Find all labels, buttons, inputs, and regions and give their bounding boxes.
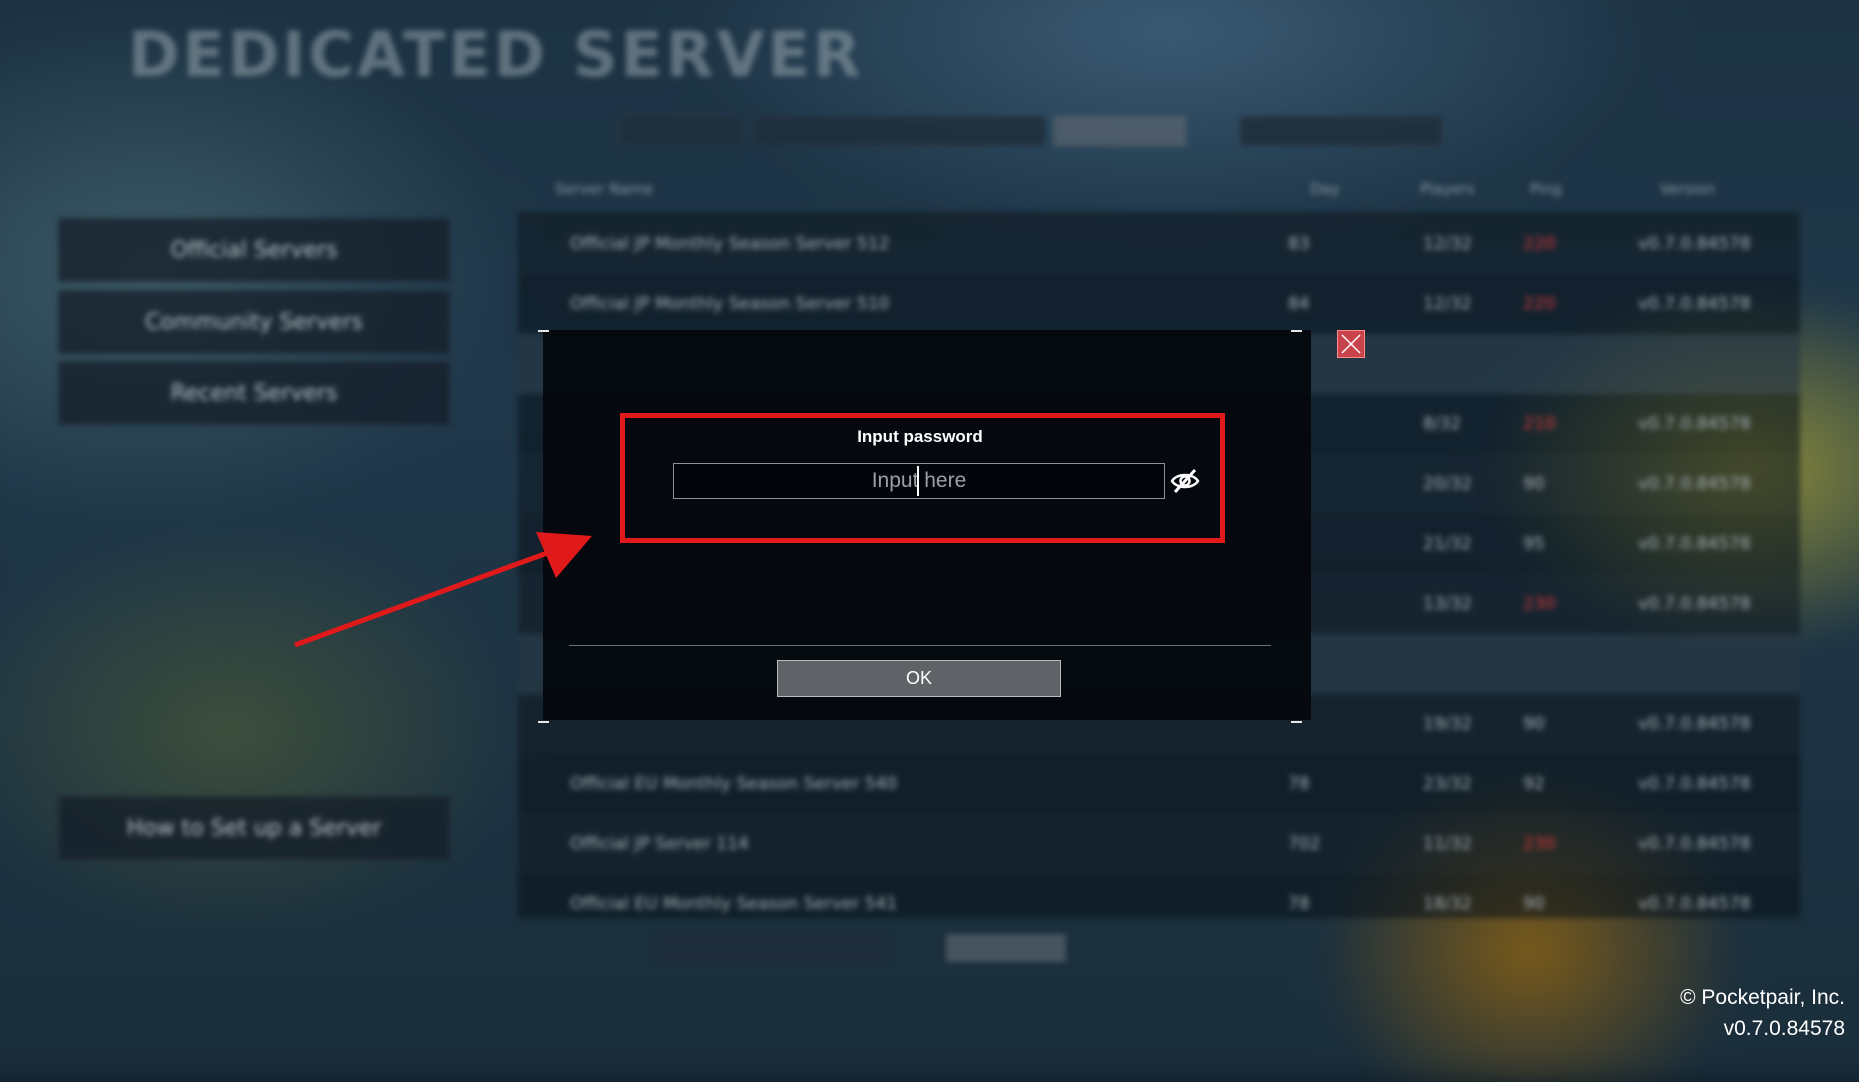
sidebar-item-official-servers[interactable]: Official Servers: [58, 218, 450, 282]
connect-button[interactable]: [946, 934, 1066, 962]
page-title: DEDICATED SERVER: [128, 18, 864, 91]
search-button[interactable]: [1054, 116, 1186, 146]
sort-select[interactable]: [1240, 116, 1442, 146]
server-search-input[interactable]: [754, 116, 1046, 146]
version-text: v0.7.0.84578: [1723, 1017, 1845, 1040]
dialog-corner-mark: [538, 330, 549, 332]
server-table-header: Server Name Day Players Ping Version: [520, 170, 1790, 210]
server-type-select[interactable]: [620, 116, 742, 146]
ok-button[interactable]: OK: [777, 660, 1061, 697]
column-header[interactable]: Players: [1420, 180, 1475, 198]
annotation-arrow-icon: [294, 532, 592, 648]
table-row[interactable]: Official JP Server 114 702 11/32 230 v0.…: [518, 814, 1800, 874]
annotation-highlight-box: [620, 413, 1225, 543]
table-row[interactable]: Official JP Monthly Season Server 512 83…: [518, 214, 1800, 274]
how-to-setup-server-button[interactable]: How to Set up a Server: [58, 796, 450, 860]
column-header[interactable]: Version: [1660, 180, 1715, 198]
dialog-corner-mark: [1291, 721, 1302, 723]
table-row[interactable]: Official EU Monthly Season Server 541 78…: [518, 874, 1800, 934]
filter-bar: [520, 116, 1790, 146]
sidebar-item-recent-servers[interactable]: Recent Servers: [58, 361, 450, 425]
column-header[interactable]: Server Name: [555, 180, 653, 198]
copyright-text: © Pocketpair, Inc.: [1680, 986, 1845, 1009]
dialog-corner-mark: [1291, 330, 1302, 332]
close-button[interactable]: [1337, 330, 1365, 358]
close-icon: [1341, 334, 1361, 354]
table-row[interactable]: Official JP Monthly Season Server 510 84…: [518, 274, 1800, 334]
column-header[interactable]: Day: [1310, 180, 1340, 198]
dialog-corner-mark: [538, 721, 549, 723]
dialog-divider: [569, 645, 1271, 646]
direct-connect-bar: [486, 934, 1076, 964]
table-row[interactable]: Official EU Monthly Season Server 540 78…: [518, 754, 1800, 814]
address-input[interactable]: [656, 934, 886, 962]
sidebar-item-community-servers[interactable]: Community Servers: [58, 290, 450, 354]
column-header[interactable]: Ping: [1530, 180, 1562, 198]
